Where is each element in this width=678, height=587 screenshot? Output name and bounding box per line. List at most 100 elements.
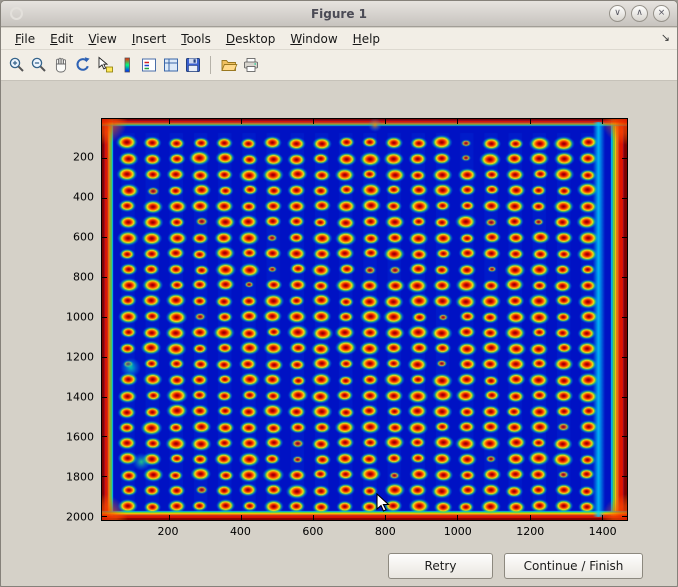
menubar-overflow-icon[interactable]: ↘: [661, 31, 670, 44]
tick-mark: [530, 119, 531, 124]
x-tick-label: 800: [375, 525, 396, 538]
figure-window: Figure 1 ∨ ∧ × File Edit View Insert Too…: [0, 0, 678, 587]
menubar: File Edit View Insert Tools Desktop Wind…: [1, 28, 677, 50]
tick-mark: [102, 436, 107, 437]
legend-icon: [140, 56, 158, 74]
tick-mark: [102, 317, 107, 318]
data-cursor-icon: [96, 56, 114, 74]
plot-tools-icon: [162, 56, 180, 74]
open-button[interactable]: [218, 54, 240, 76]
tick-mark: [102, 397, 107, 398]
rotate-3d-icon: [74, 56, 92, 74]
tick-mark: [622, 436, 627, 437]
tick-mark: [622, 476, 627, 477]
tick-mark: [622, 237, 627, 238]
print-icon: [242, 56, 260, 74]
retry-button[interactable]: Retry: [388, 553, 493, 579]
y-tick-label: 200: [73, 151, 94, 164]
pan-hand-icon: [52, 56, 70, 74]
window-title: Figure 1: [1, 7, 677, 21]
menu-item-tools[interactable]: Tools: [174, 30, 219, 48]
y-tick-label: 1600: [66, 431, 94, 444]
x-tick-label: 600: [302, 525, 323, 538]
tick-mark: [622, 198, 627, 199]
save-button[interactable]: [182, 54, 204, 76]
y-tick-label: 1000: [66, 311, 94, 324]
shade-icon: ∨: [614, 9, 621, 18]
tick-mark: [457, 515, 458, 520]
continue-finish-button[interactable]: Continue / Finish: [504, 553, 643, 579]
tick-mark: [102, 158, 107, 159]
menu-item-file[interactable]: File: [8, 30, 43, 48]
data-cursor-button[interactable]: [94, 54, 116, 76]
rotate-3d-button[interactable]: [72, 54, 94, 76]
maximize-icon: ∧: [636, 9, 643, 18]
tick-mark: [102, 198, 107, 199]
plot-area[interactable]: [101, 118, 628, 521]
x-tick-label: 400: [230, 525, 251, 538]
window-controls: ∨ ∧ ×: [604, 5, 670, 22]
tick-mark: [102, 357, 107, 358]
y-tick-label: 1200: [66, 351, 94, 364]
tick-mark: [313, 119, 314, 124]
x-tick-label: 1400: [589, 525, 617, 538]
shade-button[interactable]: ∨: [609, 5, 626, 22]
menu-item-help[interactable]: Help: [346, 30, 388, 48]
titlebar[interactable]: Figure 1 ∨ ∧ ×: [1, 1, 677, 27]
tick-mark: [622, 516, 627, 517]
y-tick-label: 600: [73, 231, 94, 244]
zoom-in-button[interactable]: [6, 54, 28, 76]
y-tick-label: 1800: [66, 471, 94, 484]
x-axis-tick-labels: 200 400 600 800 1000 1200 1400: [101, 525, 628, 539]
toolbar-separator: [210, 56, 211, 74]
figure-toolbar: [1, 50, 677, 81]
tick-mark: [102, 277, 107, 278]
tick-mark: [241, 515, 242, 520]
tick-mark: [241, 119, 242, 124]
legend-button[interactable]: [138, 54, 160, 76]
pan-button[interactable]: [50, 54, 72, 76]
heatmap-image[interactable]: [102, 119, 627, 520]
tick-mark: [385, 515, 386, 520]
y-tick-label: 800: [73, 271, 94, 284]
zoom-in-icon: [8, 56, 26, 74]
menu-item-insert[interactable]: Insert: [125, 30, 174, 48]
close-button[interactable]: ×: [653, 5, 670, 22]
menu-item-view[interactable]: View: [81, 30, 124, 48]
tick-mark: [313, 515, 314, 520]
y-tick-label: 1400: [66, 391, 94, 404]
tick-mark: [622, 277, 627, 278]
tick-mark: [457, 119, 458, 124]
tick-mark: [102, 516, 107, 517]
save-icon: [184, 56, 202, 74]
close-icon: ×: [658, 9, 666, 18]
tick-mark: [622, 357, 627, 358]
y-axis-tick-labels: 200 400 600 800 1000 1200 1400 1600 1800 2000: [39, 118, 94, 521]
zoom-out-button[interactable]: [28, 54, 50, 76]
x-tick-label: 200: [158, 525, 179, 538]
tick-mark: [385, 119, 386, 124]
open-folder-icon: [220, 56, 238, 74]
menu-item-desktop[interactable]: Desktop: [219, 30, 284, 48]
tick-mark: [102, 476, 107, 477]
plot-tools-button[interactable]: [160, 54, 182, 76]
maximize-button[interactable]: ∧: [631, 5, 648, 22]
tick-mark: [602, 515, 603, 520]
x-tick-label: 1200: [516, 525, 544, 538]
tick-mark: [622, 158, 627, 159]
figure-content: 200 400 600 800 1000 1200 1400 1600 1800 2000 200…: [1, 81, 677, 586]
tick-mark: [169, 515, 170, 520]
print-button[interactable]: [240, 54, 262, 76]
menu-item-window[interactable]: Window: [283, 30, 345, 48]
x-tick-label: 1000: [444, 525, 472, 538]
tick-mark: [530, 515, 531, 520]
tick-mark: [102, 237, 107, 238]
tick-mark: [602, 119, 603, 124]
tick-mark: [169, 119, 170, 124]
y-tick-label: 400: [73, 191, 94, 204]
y-tick-label: 2000: [66, 511, 94, 524]
menu-item-edit[interactable]: Edit: [43, 30, 81, 48]
colorbar-button[interactable]: [116, 54, 138, 76]
colorbar-icon: [118, 56, 136, 74]
tick-mark: [622, 317, 627, 318]
